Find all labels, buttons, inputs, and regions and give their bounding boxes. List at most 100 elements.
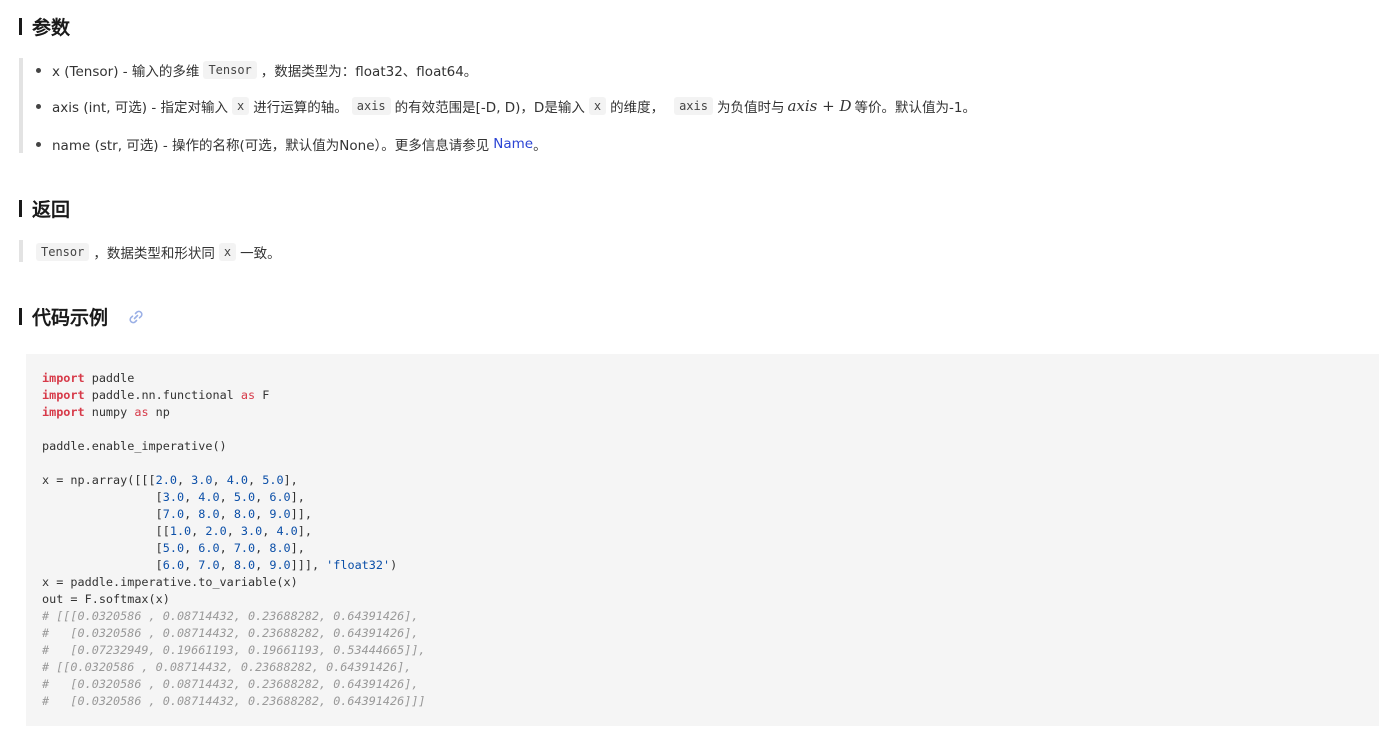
code-line: [3.0, 4.0, 5.0, 6.0],	[42, 489, 426, 506]
param-axis-text: 进行运算的轴。	[253, 100, 348, 116]
inline-code: x	[232, 97, 250, 115]
code-token: import	[42, 371, 85, 385]
code-line: [[1.0, 2.0, 3.0, 4.0],	[42, 523, 426, 540]
code-token: # [[0.0320586 , 0.08714432, 0.23688282, …	[42, 660, 412, 674]
code-token: 8.0	[269, 541, 291, 555]
code-token: ,	[262, 524, 277, 538]
code-line: # [0.0320586 , 0.08714432, 0.23688282, 0…	[42, 676, 426, 693]
param-axis-default: 等价。默认值为-1。	[854, 100, 976, 116]
heading-bar	[19, 200, 22, 217]
code-token: 'float32'	[326, 558, 391, 572]
code-line: x = np.array([[[2.0, 3.0, 4.0, 5.0],	[42, 472, 426, 489]
code-token: 2.0	[205, 524, 227, 538]
code-token: ,	[248, 473, 263, 487]
code-token: 8.0	[233, 507, 256, 521]
link-icon[interactable]	[126, 307, 146, 327]
param-item-x: x (Tensor) - 输入的多维 Tensor ，数据类型为：float32…	[34, 60, 477, 80]
bullet	[36, 67, 41, 73]
code-line: import paddle.nn.functional as F	[42, 387, 426, 404]
code-token: x = paddle.imperative.to_variable(x)	[42, 575, 298, 589]
code-token: 4.0	[198, 490, 220, 504]
code-token: ,	[184, 541, 199, 555]
code-token: 4.0	[276, 524, 298, 538]
params-heading: 参数	[19, 13, 70, 40]
inline-code: x	[218, 243, 237, 261]
code-token: ,	[212, 473, 227, 487]
inline-code: Tensor	[36, 243, 90, 261]
code-token: 4.0	[226, 473, 249, 487]
code-token: # [0.07232949, 0.19661193, 0.19661193, 0…	[42, 643, 426, 657]
param-name-desc: name (str, 可选) - 操作的名称(可选，默认值为None）。更多信息…	[52, 138, 490, 154]
name-link[interactable]: Name	[493, 136, 533, 152]
code-token: paddle.nn.functional	[84, 388, 241, 402]
code-token: ,	[255, 507, 270, 521]
code-token: ],	[283, 473, 298, 487]
code-line: import paddle	[42, 370, 426, 387]
code-token: 6.0	[198, 541, 220, 555]
code-token: ,	[219, 490, 234, 504]
heading-bar	[19, 308, 22, 325]
code-token: 3.0	[240, 524, 263, 538]
code-token: [	[42, 558, 163, 572]
code-token: paddle	[84, 371, 135, 385]
code-token: ,	[184, 558, 199, 572]
code-token: ],	[297, 524, 312, 538]
code-token: 8.0	[233, 558, 256, 572]
code-token: 5.0	[162, 541, 185, 555]
params-blockquote	[19, 58, 23, 153]
code-token: ],	[290, 541, 305, 555]
code-token: 8.0	[198, 507, 220, 521]
code-block: import paddle import paddle.nn.functional…	[26, 354, 1379, 726]
param-name-end: 。	[533, 138, 547, 154]
returns-desc: Tensor ，数据类型和形状同 x 一致。	[32, 242, 281, 262]
returns-blockquote	[19, 240, 23, 262]
code-token: [	[42, 490, 163, 504]
code-token: ,	[191, 524, 206, 538]
code-token: # [[[0.0320586 , 0.08714432, 0.23688282,…	[42, 609, 419, 623]
code-line: out = F.softmax(x)	[42, 591, 426, 608]
code-token: [	[42, 541, 163, 555]
param-item-name: name (str, 可选) - 操作的名称(可选，默认值为None）。更多信息…	[34, 134, 547, 154]
code-token: 1.0	[169, 524, 192, 538]
code-token: 3.0	[162, 490, 185, 504]
code-token: x = np.array([[[	[42, 473, 156, 487]
code-token: 9.0	[269, 558, 291, 572]
returns-text: 一致。	[240, 246, 281, 262]
inline-code: x	[588, 97, 607, 115]
code-token: import	[42, 388, 85, 402]
code-token: )	[390, 558, 398, 572]
code-token: ]]],	[290, 558, 327, 572]
code-token: ,	[226, 524, 241, 538]
code-token: as	[240, 388, 256, 402]
code-token: F	[255, 388, 270, 402]
code-token: 2.0	[155, 473, 177, 487]
code-token: # [0.0320586 , 0.08714432, 0.23688282, 0…	[42, 694, 426, 708]
param-x-type: ，数据类型为：float32、float64。	[260, 64, 478, 80]
code-token: np	[148, 405, 170, 419]
heading-bar	[19, 18, 22, 35]
code-token: 6.0	[162, 558, 185, 572]
returns-text: ，数据类型和形状同	[93, 246, 215, 262]
code-line: import numpy as np	[42, 404, 426, 421]
param-axis-desc: axis (int, 可选) - 指定对输入	[52, 100, 229, 116]
code-token: # [0.0320586 , 0.08714432, 0.23688282, 0…	[42, 626, 419, 640]
code-line: # [0.0320586 , 0.08714432, 0.23688282, 0…	[42, 625, 426, 642]
code-token: ,	[219, 541, 234, 555]
code-token: numpy	[84, 405, 135, 419]
code-token: paddle.enable_imperative()	[42, 439, 227, 453]
bullet	[36, 103, 41, 109]
code-token: 9.0	[269, 507, 291, 521]
math-expression: axis + D	[787, 97, 852, 115]
returns-title: 返回	[32, 199, 71, 221]
code-content: import paddle import paddle.nn.functional…	[42, 370, 426, 710]
code-token: ,	[184, 490, 199, 504]
code-token: import	[42, 405, 85, 419]
code-line: # [[0.0320586 , 0.08714432, 0.23688282, …	[42, 659, 426, 676]
bullet	[36, 141, 41, 147]
code-line: [6.0, 7.0, 8.0, 9.0]]], 'float32')	[42, 557, 426, 574]
code-token: ,	[255, 558, 270, 572]
code-token: 5.0	[262, 473, 284, 487]
code-line: x = paddle.imperative.to_variable(x)	[42, 574, 426, 591]
